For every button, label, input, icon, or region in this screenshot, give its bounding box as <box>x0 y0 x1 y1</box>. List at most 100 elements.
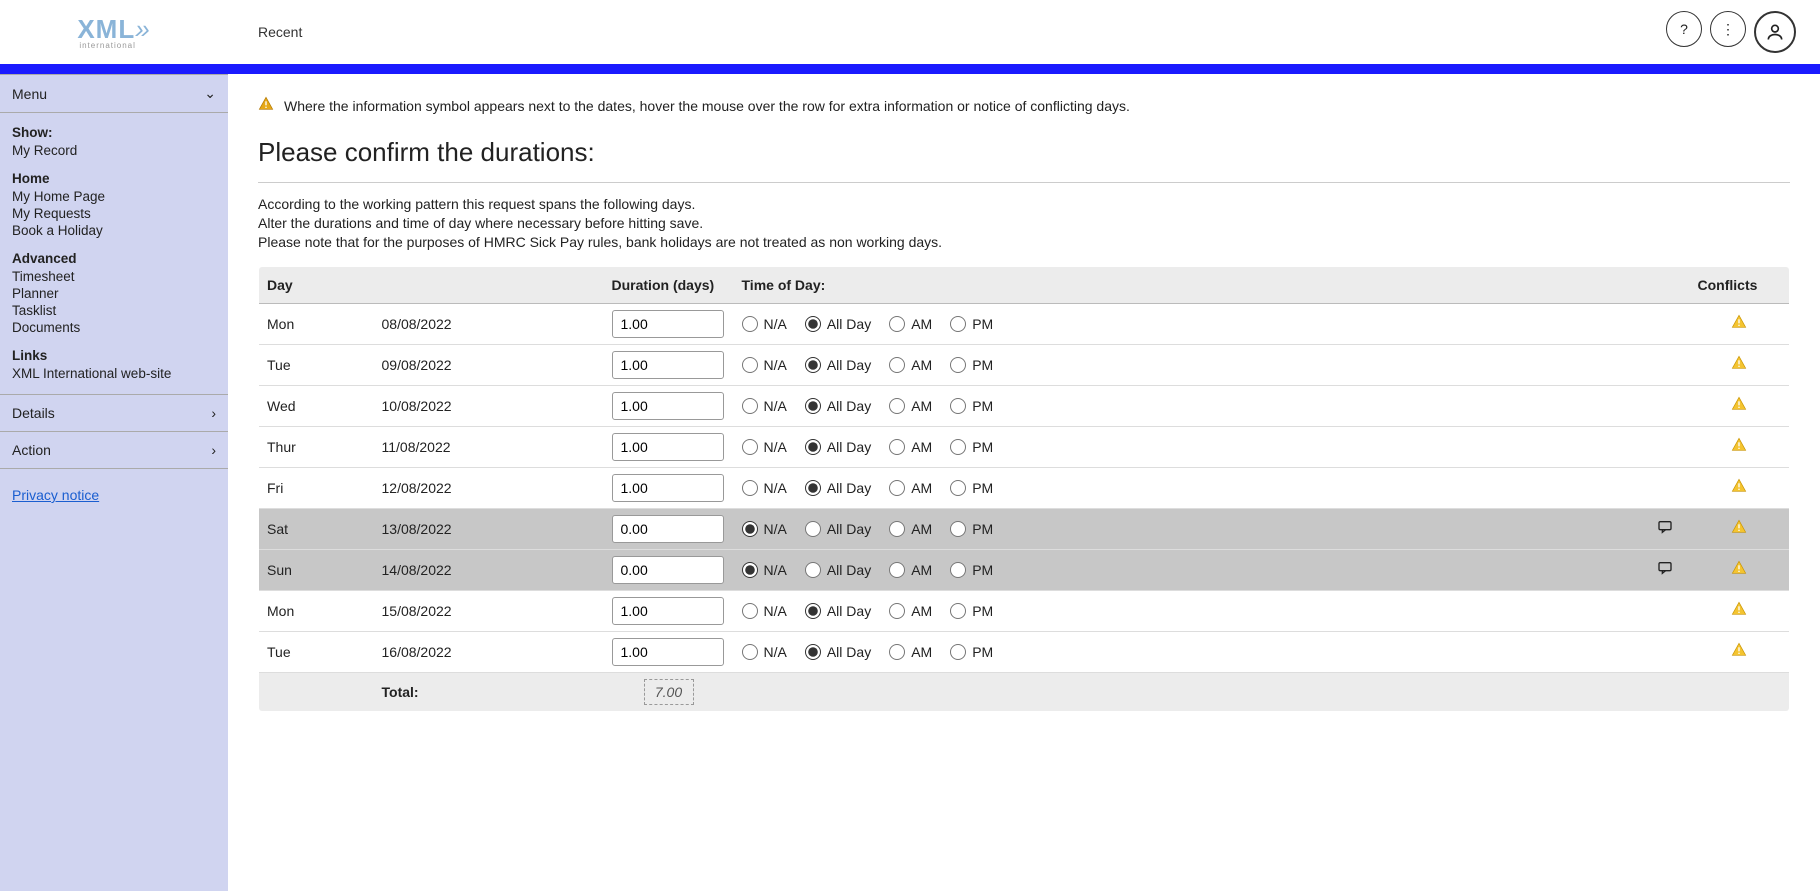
action-toggle[interactable]: Action › <box>0 432 228 469</box>
sidebar-link[interactable]: Book a Holiday <box>12 222 216 239</box>
radio-am[interactable]: AM <box>889 480 932 496</box>
radio-am[interactable]: AM <box>889 439 932 455</box>
radio-input-allday[interactable] <box>805 316 821 332</box>
radio-input-am[interactable] <box>889 562 905 578</box>
radio-input-allday[interactable] <box>805 480 821 496</box>
radio-na[interactable]: N/A <box>742 521 787 537</box>
note-icon[interactable] <box>1640 549 1690 590</box>
duration-input[interactable] <box>612 351 724 379</box>
radio-na[interactable]: N/A <box>742 562 787 578</box>
help-icon[interactable]: ? <box>1666 11 1702 47</box>
duration-input[interactable] <box>612 597 724 625</box>
radio-am[interactable]: AM <box>889 521 932 537</box>
radio-allday[interactable]: All Day <box>805 562 871 578</box>
radio-na[interactable]: N/A <box>742 357 787 373</box>
sidebar-link[interactable]: My Home Page <box>12 188 216 205</box>
radio-allday[interactable]: All Day <box>805 398 871 414</box>
radio-input-na[interactable] <box>742 603 758 619</box>
radio-na[interactable]: N/A <box>742 316 787 332</box>
radio-allday[interactable]: All Day <box>805 480 871 496</box>
radio-na[interactable]: N/A <box>742 480 787 496</box>
radio-pm[interactable]: PM <box>950 644 993 660</box>
radio-na[interactable]: N/A <box>742 603 787 619</box>
radio-pm[interactable]: PM <box>950 562 993 578</box>
radio-input-na[interactable] <box>742 521 758 537</box>
radio-input-allday[interactable] <box>805 644 821 660</box>
radio-pm[interactable]: PM <box>950 439 993 455</box>
sidebar-link[interactable]: Timesheet <box>12 268 216 285</box>
duration-input[interactable] <box>612 515 724 543</box>
radio-na[interactable]: N/A <box>742 439 787 455</box>
radio-pm[interactable]: PM <box>950 480 993 496</box>
radio-na[interactable]: N/A <box>742 398 787 414</box>
radio-allday[interactable]: All Day <box>805 644 871 660</box>
radio-input-pm[interactable] <box>950 603 966 619</box>
radio-input-pm[interactable] <box>950 644 966 660</box>
radio-input-na[interactable] <box>742 439 758 455</box>
radio-allday[interactable]: All Day <box>805 316 871 332</box>
radio-allday[interactable]: All Day <box>805 603 871 619</box>
radio-input-am[interactable] <box>889 480 905 496</box>
radio-input-am[interactable] <box>889 644 905 660</box>
radio-input-pm[interactable] <box>950 439 966 455</box>
radio-input-na[interactable] <box>742 480 758 496</box>
radio-input-pm[interactable] <box>950 521 966 537</box>
sidebar-link[interactable]: Planner <box>12 285 216 302</box>
radio-am[interactable]: AM <box>889 644 932 660</box>
radio-input-pm[interactable] <box>950 357 966 373</box>
radio-pm[interactable]: PM <box>950 357 993 373</box>
radio-input-allday[interactable] <box>805 357 821 373</box>
radio-am[interactable]: AM <box>889 398 932 414</box>
radio-allday[interactable]: All Day <box>805 439 871 455</box>
duration-input[interactable] <box>612 433 724 461</box>
radio-input-allday[interactable] <box>805 439 821 455</box>
radio-input-allday[interactable] <box>805 398 821 414</box>
details-toggle[interactable]: Details › <box>0 395 228 432</box>
radio-pm[interactable]: PM <box>950 316 993 332</box>
sidebar-link[interactable]: XML International web-site <box>12 365 216 382</box>
radio-input-na[interactable] <box>742 644 758 660</box>
radio-input-na[interactable] <box>742 562 758 578</box>
radio-input-pm[interactable] <box>950 480 966 496</box>
user-icon[interactable] <box>1754 11 1796 53</box>
duration-input[interactable] <box>612 556 724 584</box>
radio-input-pm[interactable] <box>950 562 966 578</box>
sidebar-link[interactable]: My Requests <box>12 205 216 222</box>
radio-pm[interactable]: PM <box>950 521 993 537</box>
note-icon[interactable] <box>1640 508 1690 549</box>
duration-input[interactable] <box>612 474 724 502</box>
radio-allday[interactable]: All Day <box>805 521 871 537</box>
sidebar-link[interactable]: My Record <box>12 142 216 159</box>
radio-input-am[interactable] <box>889 316 905 332</box>
radio-am[interactable]: AM <box>889 603 932 619</box>
radio-input-na[interactable] <box>742 316 758 332</box>
duration-input[interactable] <box>612 392 724 420</box>
radio-am[interactable]: AM <box>889 357 932 373</box>
menu-toggle[interactable]: Menu ⌄ <box>0 75 228 113</box>
sidebar-link[interactable]: Tasklist <box>12 302 216 319</box>
duration-input[interactable] <box>612 638 724 666</box>
privacy-link[interactable]: Privacy notice <box>12 487 99 503</box>
more-icon[interactable]: ⋮ <box>1710 11 1746 47</box>
radio-input-am[interactable] <box>889 603 905 619</box>
radio-input-allday[interactable] <box>805 603 821 619</box>
radio-input-am[interactable] <box>889 439 905 455</box>
duration-input[interactable] <box>612 310 724 338</box>
radio-pm[interactable]: PM <box>950 603 993 619</box>
radio-input-na[interactable] <box>742 398 758 414</box>
radio-input-am[interactable] <box>889 398 905 414</box>
radio-input-pm[interactable] <box>950 398 966 414</box>
radio-input-allday[interactable] <box>805 521 821 537</box>
radio-input-na[interactable] <box>742 357 758 373</box>
sidebar-link[interactable]: Documents <box>12 319 216 336</box>
radio-input-allday[interactable] <box>805 562 821 578</box>
radio-na[interactable]: N/A <box>742 644 787 660</box>
recent-link[interactable]: Recent <box>228 24 302 40</box>
radio-allday[interactable]: All Day <box>805 357 871 373</box>
radio-input-am[interactable] <box>889 521 905 537</box>
radio-am[interactable]: AM <box>889 562 932 578</box>
radio-input-am[interactable] <box>889 357 905 373</box>
radio-input-pm[interactable] <box>950 316 966 332</box>
radio-pm[interactable]: PM <box>950 398 993 414</box>
radio-am[interactable]: AM <box>889 316 932 332</box>
